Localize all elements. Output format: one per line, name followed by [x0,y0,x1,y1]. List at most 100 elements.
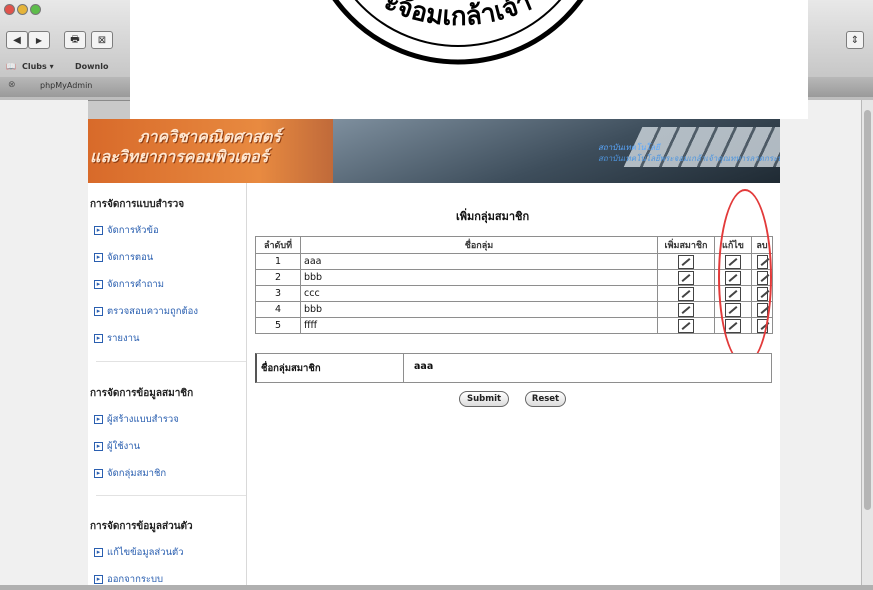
forward-button[interactable]: ▶ [28,31,50,49]
sidebar-heading-members: การจัดการข้อมูลสมาชิก [90,388,194,399]
sidebar-item-label: ผู้ใช้งาน [107,441,141,452]
reset-button[interactable]: Reset [525,391,566,407]
banner-blue-line2: สถาบันเทคโนโลยีพระจอมเกล้าเจ้าคุณทหารลาด… [598,154,780,163]
table-row: 5 ffff [255,317,773,334]
bookmarks-icon[interactable]: 📖 [6,62,16,71]
arrow-box-icon: ▸ [94,334,103,343]
toolbar-button-right[interactable]: ⇕ [846,31,864,49]
web-page: ภาควิชาคณิตศาสตร์ และวิทยาการคอมพิวเตอร์… [88,119,780,590]
sidebar-item-edit-profile[interactable]: ▸ แก้ไขข้อมูลส่วนตัว [94,545,184,560]
group-name-input[interactable]: aaa [403,354,771,382]
bookmark-clubs[interactable]: Clubs ▾ [22,62,54,71]
row-group-name: bbb [300,301,658,318]
sidebar-item-users[interactable]: ▸ ผู้ใช้งาน [94,439,140,454]
banner-title-line2: และวิทยาการคอมพิวเตอร์ [90,147,269,166]
svg-text:ะจ้อมเกล้าเจ้า: ะจ้อมเกล้าเจ้า [380,0,536,32]
sidebar-heading-survey: การจัดการแบบสำรวจ [90,199,185,210]
table-row: 1 aaa [255,253,773,270]
arrow-box-icon: ▸ [94,253,103,262]
row-group-name: ccc [300,285,658,302]
group-name-form: ชื่อกลุ่มสมาชิก aaa [255,353,772,383]
arrow-box-icon: ▸ [94,280,103,289]
seal-text: ะจ้อมเกล้าเจ้า [380,0,536,32]
sidebar-item-label: จัดกลุ่มสมาชิก [107,468,167,479]
row-group-name: ffff [300,317,658,334]
status-bar [0,585,873,590]
row-number: 3 [255,285,301,302]
add-member-cell [657,317,715,334]
add-member-icon[interactable] [678,254,694,269]
arrow-box-icon: ▸ [94,226,103,235]
arrow-box-icon: ▸ [94,307,103,316]
add-member-cell [657,269,715,286]
arrow-box-icon: ▸ [94,415,103,424]
sidebar-heading-profile: การจัดการข้อมูลส่วนตัว [90,521,193,532]
close-window-icon[interactable] [4,4,15,15]
sidebar-item-label: รายงาน [107,333,140,344]
updown-icon: ⇕ [850,34,860,46]
row-number: 5 [255,317,301,334]
sidebar-item-label: แก้ไขข้อมูลส่วนตัว [107,547,184,558]
print-icon: 🖶 [70,33,80,45]
page-gutter-right [780,100,861,590]
add-member-icon[interactable] [678,286,694,301]
arrow-box-icon: ▸ [94,548,103,557]
page-title: เพิ่มกลุ่มสมาชิก [456,210,530,223]
header-banner: ภาควิชาคณิตศาสตร์ และวิทยาการคอมพิวเตอร์… [88,119,780,183]
bookmark-downloads[interactable]: Downlo [75,62,108,71]
back-icon: ◀ [13,34,21,46]
back-button[interactable]: ◀ [6,31,28,49]
annotation-red-circle [718,189,772,365]
sidebar-item-validate[interactable]: ▸ ตรวจสอบความถูกต้อง [94,304,198,319]
sidebar-item-label: ผู้สร้างแบบสำรวจ [107,414,179,425]
scroll-thumb[interactable] [864,110,871,510]
sidebar-item-sections[interactable]: ▸ จัดการตอน [94,250,153,265]
submit-button[interactable]: Submit [459,391,509,407]
column-header-number: ลำดับที่ [255,236,301,254]
arrow-box-icon: ▸ [94,469,103,478]
frame-icon: ⊠ [97,34,107,46]
banner-orange-panel: ภาควิชาคณิตศาสตร์ และวิทยาการคอมพิวเตอร์ [88,119,333,183]
add-member-icon[interactable] [678,318,694,333]
add-member-cell [657,253,715,270]
zoom-window-icon[interactable] [30,4,41,15]
sidebar-item-topics[interactable]: ▸ จัดการหัวข้อ [94,223,159,238]
seal-overlay: ะจ้อมเกล้าเจ้า [130,0,808,119]
row-number: 4 [255,301,301,318]
sidebar-item-creators[interactable]: ▸ ผู้สร้างแบบสำรวจ [94,412,179,427]
tab-close-icon[interactable]: ⊗ [8,80,16,90]
sidebar-divider [96,361,246,362]
add-member-icon[interactable] [678,270,694,285]
add-member-cell [657,285,715,302]
banner-keyboard-photo: สถาบันเทคโนโลยี สถาบันเทคโนโลยีพระจอมเกล… [333,119,780,183]
sidebar-item-groups[interactable]: ▸ จัดกลุ่มสมาชิก [94,466,166,481]
group-name-label: ชื่อกลุ่มสมาชิก [261,363,321,374]
sidebar: การจัดการแบบสำรวจ ▸ จัดการหัวข้อ ▸ จัดการต… [88,183,247,590]
sidebar-item-label: จัดการคำถาม [107,279,164,290]
vertical-scrollbar[interactable] [861,100,873,590]
table-row: 2 bbb [255,269,773,286]
table-row: 4 bbb [255,301,773,318]
row-number: 1 [255,253,301,270]
row-number: 2 [255,269,301,286]
add-member-icon[interactable] [678,302,694,317]
minimize-window-icon[interactable] [17,4,28,15]
row-group-name: aaa [300,253,658,270]
groups-table: ลำดับที่ ชื่อกลุ่ม เพิ่มสมาชิก แก้ไข ลบ … [255,236,773,334]
sidebar-item-report[interactable]: ▸ รายงาน [94,331,139,346]
screenshot-button[interactable]: ⊠ [91,31,113,49]
forward-icon: ▶ [35,35,43,45]
sidebar-item-questions[interactable]: ▸ จัดการคำถาม [94,277,164,292]
tab-title[interactable]: phpMyAdmin [40,81,92,90]
column-header-group-name: ชื่อกลุ่ม [300,236,658,254]
seal-stamp: ะจ้อมเกล้าเจ้า [332,0,584,65]
add-member-cell [657,301,715,318]
page-gutter-left [0,100,88,590]
arrow-box-icon: ▸ [94,442,103,451]
sidebar-divider [96,495,246,496]
arrow-box-icon: ▸ [94,575,103,584]
column-header-add-member: เพิ่มสมาชิก [657,236,715,254]
table-header-row: ลำดับที่ ชื่อกลุ่ม เพิ่มสมาชิก แก้ไข ลบ [255,236,773,254]
print-button[interactable]: 🖶 [64,31,86,49]
sidebar-item-label: จัดการหัวข้อ [107,225,159,236]
